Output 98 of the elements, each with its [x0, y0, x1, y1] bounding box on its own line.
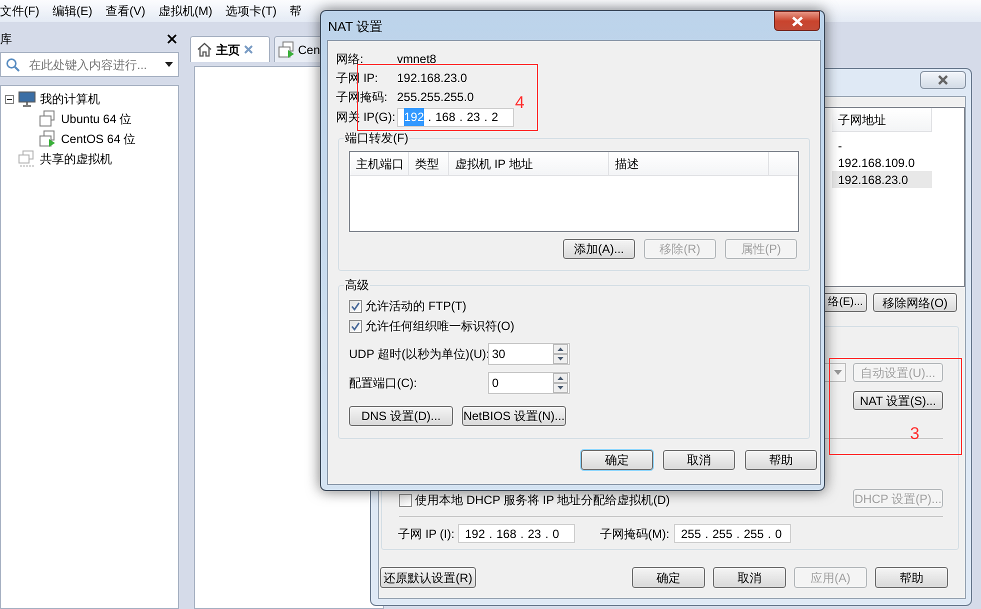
ip-field[interactable]: 192 . 168 . 23 . 0 — [458, 524, 575, 543]
tab-label: 主页 — [216, 42, 240, 58]
close-icon — [244, 45, 253, 54]
ip-field[interactable]: 192 . 168 . 23 . 2 — [397, 108, 514, 126]
dropdown-arrow-icon — [834, 370, 842, 375]
home-icon — [197, 42, 212, 57]
column-header[interactable]: 子网地址 — [832, 108, 932, 132]
close-button[interactable] — [920, 71, 966, 89]
dialog-button[interactable]: 确定 — [581, 450, 653, 470]
octet: 23 — [528, 526, 542, 542]
field-label: 配置端口(C): — [349, 374, 418, 392]
window-title: NAT 设置 — [328, 18, 382, 36]
spin-arrows-icon — [553, 344, 568, 364]
field-label: 网络: — [336, 50, 364, 68]
annotation-label: 4 — [515, 92, 524, 114]
dialog-button[interactable]: 帮助 — [745, 450, 817, 470]
nat-settings-button[interactable]: NAT 设置(S)... — [853, 391, 943, 410]
check-icon — [351, 302, 360, 310]
monitor-icon — [18, 91, 36, 107]
field-label: 子网 IP (I): — [398, 526, 456, 542]
search-icon — [6, 58, 20, 72]
field-value: 192.168.23.0 — [397, 70, 468, 86]
checkbox-label: 允许任何组织唯一标识符(O) — [365, 318, 514, 335]
octet: 23 — [466, 109, 480, 126]
octet: 168 — [496, 526, 516, 542]
field-value: 255.255.255.0 — [397, 88, 474, 106]
checkbox[interactable] — [349, 300, 362, 312]
tab-label: Cen — [298, 42, 320, 58]
field-value: 0 — [491, 374, 500, 392]
dot-separator: . — [544, 526, 550, 542]
column-header[interactable]: 虚拟机 IP 地址 — [449, 152, 609, 176]
dot-separator: . — [735, 526, 741, 542]
netbios-settings-button[interactable]: NetBIOS 设置(N)... — [462, 406, 566, 426]
column-header[interactable]: 描述 — [609, 152, 769, 176]
menu-item[interactable]: 查看(V) — [105, 2, 146, 20]
menu-item[interactable]: 选项卡(T) — [225, 2, 277, 20]
menu-item[interactable]: 文件(F) — [0, 2, 40, 20]
menu-item[interactable]: 虚拟机(M) — [158, 2, 212, 20]
octet: 2 — [491, 109, 498, 126]
remove-network-button[interactable]: 移除网络(O) — [873, 293, 957, 312]
dot-separator: . — [488, 526, 494, 542]
checkbox[interactable] — [349, 320, 362, 332]
octet: 0 — [552, 526, 560, 542]
checkbox-label: 使用本地 DHCP 服务将 IP 地址分配给虚拟机(D) — [415, 492, 670, 509]
annotation-label: 3 — [910, 423, 920, 445]
spinner-field[interactable]: 30 — [488, 342, 570, 364]
tree-item[interactable]: CentOS 64 位 — [61, 130, 136, 148]
spinner-field[interactable]: 0 — [488, 372, 570, 394]
menu-item[interactable]: 帮 — [290, 2, 302, 20]
dialog-button[interactable]: 取消 — [663, 450, 735, 470]
close-icon — [790, 16, 804, 26]
octet: 255 — [681, 526, 702, 542]
octet: 192 — [465, 526, 486, 542]
table-cell[interactable]: - — [832, 137, 932, 154]
panel-title: 库 — [0, 31, 12, 48]
field-value: 30 — [491, 346, 506, 362]
dot-separator: . — [427, 109, 432, 126]
menu-item[interactable]: 编辑(E) — [52, 2, 92, 20]
checkbox[interactable] — [399, 494, 412, 506]
octet: 255 — [744, 526, 764, 542]
checkbox-label: 允许活动的 FTP(T) — [365, 298, 466, 315]
tree-item[interactable]: Ubuntu 64 位 — [61, 110, 132, 128]
dot-separator: . — [704, 526, 710, 542]
dot-separator: . — [519, 526, 525, 542]
table-cell[interactable]: 192.168.23.0 — [832, 171, 932, 188]
table-cell[interactable]: 192.168.109.0 — [832, 154, 932, 171]
field-value: vmnet8 — [397, 50, 436, 68]
restore-defaults-button[interactable]: 还原默认设置(R) — [380, 567, 476, 588]
running-vm-icon — [278, 40, 296, 58]
tab[interactable]: 主页 — [190, 36, 270, 62]
dot-separator: . — [458, 109, 464, 126]
dialog-button[interactable]: 取消 — [713, 567, 786, 588]
field-label: 子网掩码(M): — [600, 526, 670, 542]
spin-arrows-icon — [553, 372, 568, 392]
tree-item[interactable]: 我的计算机 — [40, 90, 100, 108]
ip-field[interactable]: 255 . 255 . 255 . 0 — [674, 524, 791, 543]
octet: 168 — [435, 109, 456, 126]
close-icon — [167, 34, 177, 44]
close-icon — [937, 75, 949, 85]
dialog-button[interactable]: 添加(A)... — [563, 239, 635, 259]
octet: 255 — [712, 526, 732, 542]
tree-item[interactable]: 共享的虚拟机 — [40, 150, 112, 168]
octet: 0 — [775, 526, 782, 542]
octet: 192 — [404, 108, 424, 126]
dns-settings-button[interactable]: DNS 设置(D)... — [349, 406, 453, 426]
dropdown-arrow-icon — [165, 62, 173, 67]
dot-separator: . — [483, 109, 488, 126]
group-title: 端口转发(F) — [344, 129, 410, 147]
check-icon — [351, 322, 360, 330]
search-field[interactable]: 在此处键入内容进行... — [0, 52, 179, 77]
dialog-button[interactable]: 帮助 — [875, 567, 948, 588]
close-button[interactable] — [774, 11, 820, 31]
dot-separator: . — [766, 526, 772, 542]
column-header[interactable]: 类型 — [409, 152, 449, 176]
shared-machines-icon — [18, 150, 36, 168]
field-label: UDP 超时(以秒为单位)(U): — [349, 346, 488, 362]
column-header[interactable]: 主机端口 — [350, 152, 409, 176]
dialog-button[interactable]: 确定 — [632, 567, 705, 588]
